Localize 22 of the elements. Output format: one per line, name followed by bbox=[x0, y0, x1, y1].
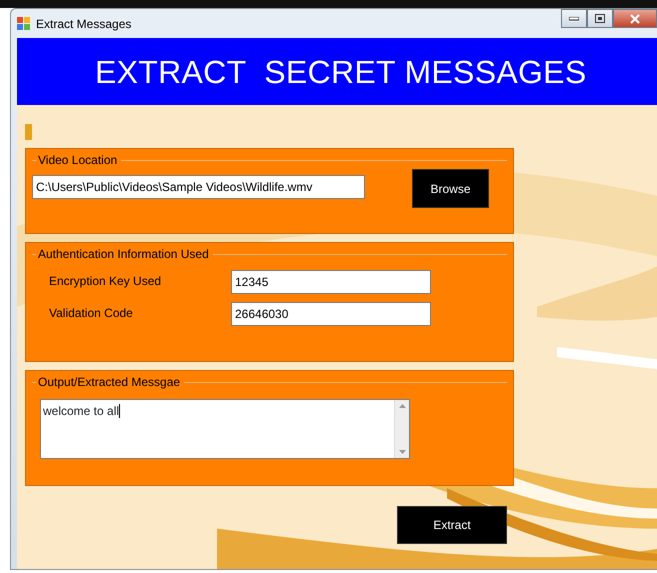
maximize-button[interactable] bbox=[587, 9, 613, 28]
window-title: Extract Messages bbox=[36, 16, 132, 32]
browse-button[interactable]: Browse bbox=[412, 169, 489, 208]
close-icon bbox=[630, 14, 640, 24]
header-title: EXTRACT SECRET MESSAGES bbox=[95, 52, 586, 92]
message-text: welcome to all bbox=[43, 404, 120, 418]
group-label: Video Location bbox=[37, 152, 118, 169]
field-label: Validation Code bbox=[48, 305, 134, 322]
maximize-icon bbox=[595, 14, 605, 23]
message-box[interactable]: welcome to all bbox=[40, 399, 410, 459]
app-icon bbox=[17, 17, 30, 30]
minimize-icon bbox=[569, 16, 579, 20]
field-label: Encryption Key Used bbox=[48, 273, 162, 290]
group-label: Output/Extracted Messgae bbox=[37, 374, 182, 391]
group-label: Authentication Information Used bbox=[37, 246, 210, 263]
minimize-button[interactable] bbox=[561, 9, 587, 28]
marker-strip bbox=[25, 124, 32, 140]
text-field[interactable]: 12345 bbox=[231, 270, 431, 294]
close-button[interactable] bbox=[613, 9, 657, 28]
extract-button[interactable]: Extract bbox=[397, 506, 507, 544]
text-field[interactable]: 26646030 bbox=[231, 302, 431, 326]
file-path-field[interactable]: C:\Users\Public\Videos\Sample Videos\Wildlife.wmv bbox=[32, 175, 365, 199]
